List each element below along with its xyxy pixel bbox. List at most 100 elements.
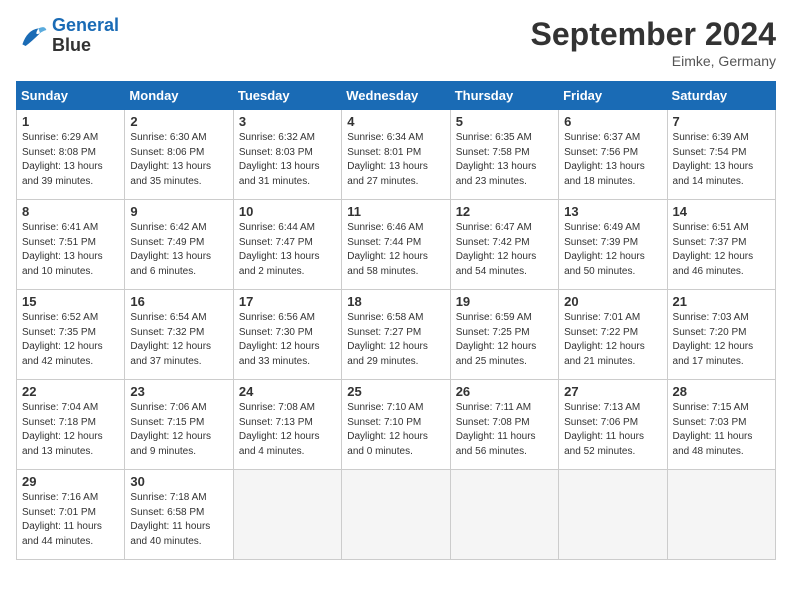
calendar-table: Sunday Monday Tuesday Wednesday Thursday…: [16, 81, 776, 560]
day-cell: 12 Sunrise: 6:47 AM Sunset: 7:42 PM Dayl…: [450, 200, 558, 290]
day-number: 27: [564, 384, 661, 399]
logo: General Blue: [16, 16, 119, 56]
header-monday: Monday: [125, 82, 233, 110]
day-cell: 9 Sunrise: 6:42 AM Sunset: 7:49 PM Dayli…: [125, 200, 233, 290]
day-info: Sunrise: 7:08 AM Sunset: 7:13 PM Dayligh…: [239, 401, 336, 459]
day-cell: 4 Sunrise: 6:34 AM Sunset: 8:01 PM Dayli…: [342, 110, 450, 200]
month-title: September 2024: [531, 16, 776, 53]
day-info: Sunrise: 7:06 AM Sunset: 7:15 PM Dayligh…: [130, 401, 227, 459]
day-info: Sunrise: 6:47 AM Sunset: 7:42 PM Dayligh…: [456, 221, 553, 279]
day-cell: 6 Sunrise: 6:37 AM Sunset: 7:56 PM Dayli…: [559, 110, 667, 200]
day-cell: 7 Sunrise: 6:39 AM Sunset: 7:54 PM Dayli…: [667, 110, 775, 200]
day-cell: 17 Sunrise: 6:56 AM Sunset: 7:30 PM Dayl…: [233, 290, 341, 380]
day-number: 30: [130, 474, 227, 489]
day-cell: 25 Sunrise: 7:10 AM Sunset: 7:10 PM Dayl…: [342, 380, 450, 470]
day-cell: 3 Sunrise: 6:32 AM Sunset: 8:03 PM Dayli…: [233, 110, 341, 200]
day-info: Sunrise: 6:58 AM Sunset: 7:27 PM Dayligh…: [347, 311, 444, 369]
day-info: Sunrise: 6:56 AM Sunset: 7:30 PM Dayligh…: [239, 311, 336, 369]
weekday-header-row: Sunday Monday Tuesday Wednesday Thursday…: [17, 82, 776, 110]
calendar-row: 29 Sunrise: 7:16 AM Sunset: 7:01 PM Dayl…: [17, 470, 776, 560]
day-cell: 15 Sunrise: 6:52 AM Sunset: 7:35 PM Dayl…: [17, 290, 125, 380]
day-info: Sunrise: 6:32 AM Sunset: 8:03 PM Dayligh…: [239, 131, 336, 189]
day-cell: 13 Sunrise: 6:49 AM Sunset: 7:39 PM Dayl…: [559, 200, 667, 290]
day-cell: 26 Sunrise: 7:11 AM Sunset: 7:08 PM Dayl…: [450, 380, 558, 470]
calendar-row: 15 Sunrise: 6:52 AM Sunset: 7:35 PM Dayl…: [17, 290, 776, 380]
day-info: Sunrise: 6:37 AM Sunset: 7:56 PM Dayligh…: [564, 131, 661, 189]
day-info: Sunrise: 6:39 AM Sunset: 7:54 PM Dayligh…: [673, 131, 770, 189]
day-cell: 22 Sunrise: 7:04 AM Sunset: 7:18 PM Dayl…: [17, 380, 125, 470]
day-number: 19: [456, 294, 553, 309]
header-friday: Friday: [559, 82, 667, 110]
header-thursday: Thursday: [450, 82, 558, 110]
logo-icon: [16, 22, 48, 50]
day-number: 7: [673, 114, 770, 129]
empty-cell: [667, 470, 775, 560]
header-tuesday: Tuesday: [233, 82, 341, 110]
day-number: 6: [564, 114, 661, 129]
day-number: 1: [22, 114, 119, 129]
day-number: 13: [564, 204, 661, 219]
day-info: Sunrise: 6:30 AM Sunset: 8:06 PM Dayligh…: [130, 131, 227, 189]
day-info: Sunrise: 7:13 AM Sunset: 7:06 PM Dayligh…: [564, 401, 661, 459]
empty-cell: [233, 470, 341, 560]
logo-text: General Blue: [52, 16, 119, 56]
location-subtitle: Eimke, Germany: [531, 53, 776, 69]
day-number: 23: [130, 384, 227, 399]
day-number: 24: [239, 384, 336, 399]
day-number: 14: [673, 204, 770, 219]
day-info: Sunrise: 6:42 AM Sunset: 7:49 PM Dayligh…: [130, 221, 227, 279]
day-info: Sunrise: 6:44 AM Sunset: 7:47 PM Dayligh…: [239, 221, 336, 279]
day-info: Sunrise: 7:16 AM Sunset: 7:01 PM Dayligh…: [22, 491, 119, 549]
day-info: Sunrise: 7:10 AM Sunset: 7:10 PM Dayligh…: [347, 401, 444, 459]
day-number: 22: [22, 384, 119, 399]
day-number: 9: [130, 204, 227, 219]
day-cell: 29 Sunrise: 7:16 AM Sunset: 7:01 PM Dayl…: [17, 470, 125, 560]
header-saturday: Saturday: [667, 82, 775, 110]
day-cell: 5 Sunrise: 6:35 AM Sunset: 7:58 PM Dayli…: [450, 110, 558, 200]
day-number: 28: [673, 384, 770, 399]
header-wednesday: Wednesday: [342, 82, 450, 110]
day-number: 12: [456, 204, 553, 219]
day-number: 16: [130, 294, 227, 309]
day-info: Sunrise: 6:54 AM Sunset: 7:32 PM Dayligh…: [130, 311, 227, 369]
day-info: Sunrise: 7:01 AM Sunset: 7:22 PM Dayligh…: [564, 311, 661, 369]
day-info: Sunrise: 7:04 AM Sunset: 7:18 PM Dayligh…: [22, 401, 119, 459]
day-cell: 24 Sunrise: 7:08 AM Sunset: 7:13 PM Dayl…: [233, 380, 341, 470]
day-info: Sunrise: 6:49 AM Sunset: 7:39 PM Dayligh…: [564, 221, 661, 279]
day-cell: 8 Sunrise: 6:41 AM Sunset: 7:51 PM Dayli…: [17, 200, 125, 290]
calendar-row: 1 Sunrise: 6:29 AM Sunset: 8:08 PM Dayli…: [17, 110, 776, 200]
day-info: Sunrise: 6:59 AM Sunset: 7:25 PM Dayligh…: [456, 311, 553, 369]
day-number: 11: [347, 204, 444, 219]
title-block: September 2024 Eimke, Germany: [531, 16, 776, 69]
day-cell: 27 Sunrise: 7:13 AM Sunset: 7:06 PM Dayl…: [559, 380, 667, 470]
day-number: 5: [456, 114, 553, 129]
day-info: Sunrise: 7:15 AM Sunset: 7:03 PM Dayligh…: [673, 401, 770, 459]
day-number: 21: [673, 294, 770, 309]
day-number: 3: [239, 114, 336, 129]
day-cell: 30 Sunrise: 7:18 AM Sunset: 6:58 PM Dayl…: [125, 470, 233, 560]
day-info: Sunrise: 7:18 AM Sunset: 6:58 PM Dayligh…: [130, 491, 227, 549]
day-number: 4: [347, 114, 444, 129]
day-number: 18: [347, 294, 444, 309]
day-cell: 20 Sunrise: 7:01 AM Sunset: 7:22 PM Dayl…: [559, 290, 667, 380]
empty-cell: [342, 470, 450, 560]
day-info: Sunrise: 6:46 AM Sunset: 7:44 PM Dayligh…: [347, 221, 444, 279]
day-cell: 11 Sunrise: 6:46 AM Sunset: 7:44 PM Dayl…: [342, 200, 450, 290]
day-info: Sunrise: 7:03 AM Sunset: 7:20 PM Dayligh…: [673, 311, 770, 369]
day-cell: 2 Sunrise: 6:30 AM Sunset: 8:06 PM Dayli…: [125, 110, 233, 200]
day-number: 29: [22, 474, 119, 489]
day-info: Sunrise: 7:11 AM Sunset: 7:08 PM Dayligh…: [456, 401, 553, 459]
day-info: Sunrise: 6:34 AM Sunset: 8:01 PM Dayligh…: [347, 131, 444, 189]
day-number: 25: [347, 384, 444, 399]
day-number: 20: [564, 294, 661, 309]
day-cell: 23 Sunrise: 7:06 AM Sunset: 7:15 PM Dayl…: [125, 380, 233, 470]
day-info: Sunrise: 6:51 AM Sunset: 7:37 PM Dayligh…: [673, 221, 770, 279]
calendar-row: 8 Sunrise: 6:41 AM Sunset: 7:51 PM Dayli…: [17, 200, 776, 290]
day-info: Sunrise: 6:29 AM Sunset: 8:08 PM Dayligh…: [22, 131, 119, 189]
day-number: 15: [22, 294, 119, 309]
day-cell: 21 Sunrise: 7:03 AM Sunset: 7:20 PM Dayl…: [667, 290, 775, 380]
day-cell: 18 Sunrise: 6:58 AM Sunset: 7:27 PM Dayl…: [342, 290, 450, 380]
day-number: 8: [22, 204, 119, 219]
day-cell: 16 Sunrise: 6:54 AM Sunset: 7:32 PM Dayl…: [125, 290, 233, 380]
day-number: 17: [239, 294, 336, 309]
